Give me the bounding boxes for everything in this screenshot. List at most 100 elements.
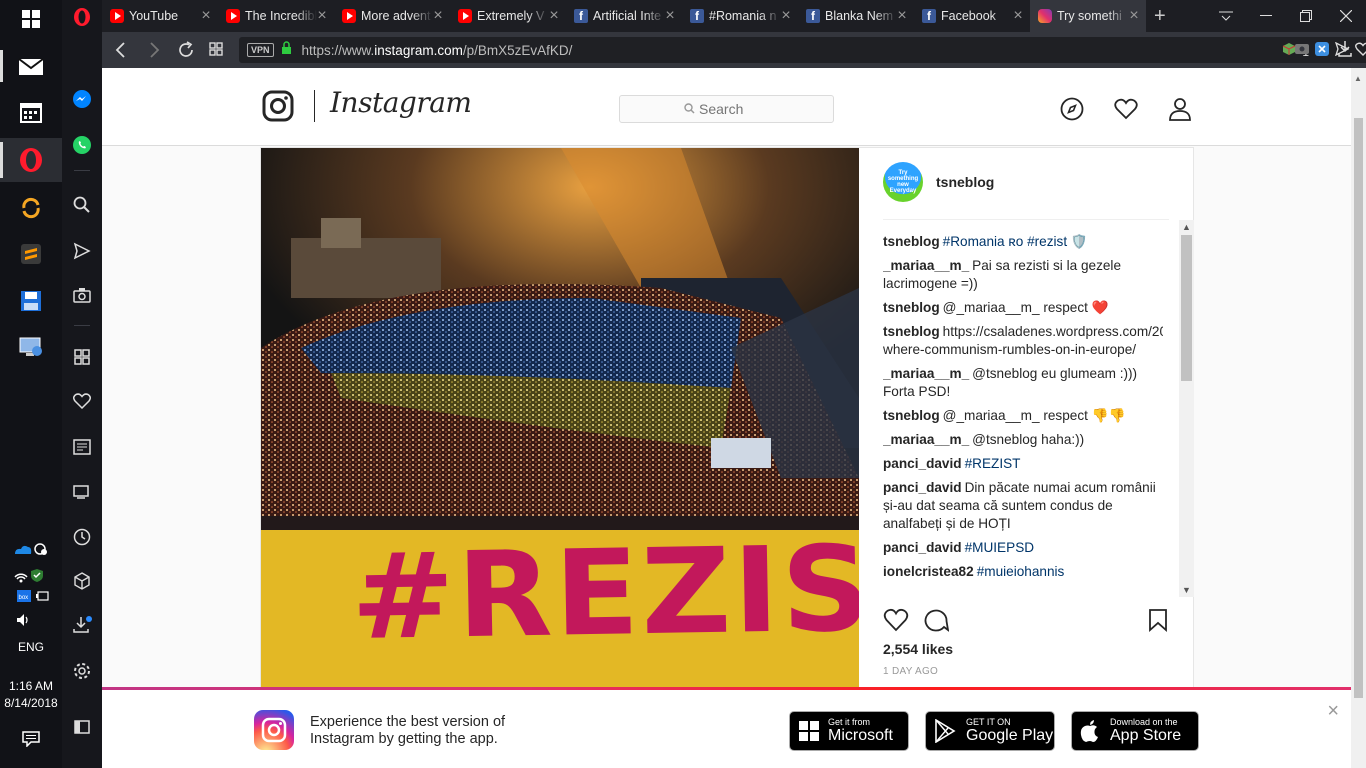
comment-username[interactable]: _mariaa__m_ — [883, 258, 969, 273]
opera-taskbar-icon[interactable] — [0, 138, 62, 182]
close-tab-icon[interactable]: × — [1010, 8, 1026, 24]
comment-text[interactable]: #Romania ʀᴏ #rezist 🛡️ — [943, 234, 1088, 249]
download-icon[interactable] — [1337, 40, 1353, 63]
snapshot-camera-icon[interactable] — [62, 280, 102, 310]
search-sidebar-icon[interactable] — [62, 190, 102, 220]
page-scrollbar[interactable]: ▲ — [1351, 68, 1366, 768]
messenger-icon[interactable] — [62, 84, 102, 114]
downloads-icon[interactable] — [62, 610, 102, 640]
author-username[interactable]: tsneblog — [936, 174, 994, 190]
comment-bubble-icon[interactable] — [923, 608, 950, 637]
network-tray-icon[interactable] — [0, 564, 62, 586]
comment-username[interactable]: panci_david — [883, 480, 962, 495]
tab-facebook[interactable]: f Facebook × — [914, 0, 1030, 32]
speed-dial-icon[interactable] — [62, 342, 102, 372]
action-center-icon[interactable] — [0, 726, 62, 752]
comment-username[interactable]: panci_david — [883, 456, 962, 471]
save-bookmark-icon[interactable] — [1148, 608, 1168, 637]
lock-icon[interactable] — [281, 40, 292, 60]
sublime-text-icon[interactable] — [0, 236, 62, 272]
scrollbar-thumb[interactable] — [1181, 235, 1192, 381]
whatsapp-icon[interactable] — [62, 130, 102, 160]
settings-gear-icon[interactable] — [62, 656, 102, 686]
remote-desktop-icon[interactable] — [0, 328, 62, 366]
tab-extremely[interactable]: Extremely V × — [450, 0, 566, 32]
tab-instagram-active[interactable]: Try somethi × — [1030, 0, 1146, 32]
comment-username[interactable]: _mariaa__m_ — [883, 432, 969, 447]
instagram-camera-logo-icon[interactable] — [262, 90, 294, 127]
comment-username[interactable]: panci_david — [883, 540, 962, 555]
address-bar[interactable]: VPN https://www.instagram.com/p/BmX5zEvA… — [239, 37, 1366, 63]
close-tab-icon[interactable]: × — [778, 8, 794, 24]
minimize-icon[interactable] — [1246, 0, 1286, 32]
close-tab-icon[interactable]: × — [662, 8, 678, 24]
post-photo[interactable]: #REZIST — [261, 148, 859, 768]
forward-icon[interactable] — [146, 41, 162, 64]
close-tab-icon[interactable]: × — [546, 8, 562, 24]
likes-count[interactable]: 2,554 likes — [883, 641, 953, 657]
profile-user-icon[interactable] — [1169, 97, 1191, 126]
search-input[interactable] — [699, 101, 769, 117]
news-icon[interactable] — [62, 432, 102, 462]
close-tab-icon[interactable]: × — [314, 8, 330, 24]
tab-the-incredible[interactable]: The Incredibl × — [218, 0, 334, 32]
url-text[interactable]: https://www.instagram.com/p/BmX5zEvAfKD/ — [302, 43, 573, 58]
page-scrollbar-thumb[interactable] — [1354, 118, 1363, 698]
post-author[interactable]: Try something new Everyday tsneblog — [883, 162, 994, 202]
scroll-down-arrow-icon[interactable]: ▼ — [1179, 583, 1194, 597]
comment-username[interactable]: ionelcristea82 — [883, 564, 974, 579]
windows-start-icon[interactable] — [0, 0, 62, 38]
mail-app-icon[interactable] — [0, 46, 62, 86]
vpn-badge[interactable]: VPN — [247, 43, 274, 57]
tab-artificial-intelligence[interactable]: f Artificial Inte × — [566, 0, 682, 32]
close-tab-icon[interactable]: × — [430, 8, 446, 24]
avatar[interactable]: Try something new Everyday — [883, 162, 923, 202]
sidebar-toggle-icon[interactable] — [62, 712, 102, 742]
comment-text[interactable]: #REZIST — [965, 456, 1021, 471]
app-store-button[interactable]: Download on the App Store — [1071, 711, 1199, 751]
explore-compass-icon[interactable] — [1060, 97, 1084, 126]
language-indicator[interactable]: ENG — [0, 640, 62, 654]
instagram-wordmark[interactable]: Instagram — [330, 86, 472, 119]
tab-menu-icon[interactable] — [1206, 0, 1246, 32]
google-play-button[interactable]: GET IT ON Google Play — [925, 711, 1055, 751]
adblock-shield-icon[interactable] — [1315, 42, 1329, 61]
scroll-up-arrow-icon[interactable]: ▲ — [1354, 74, 1362, 83]
close-tab-icon[interactable]: × — [1126, 8, 1142, 24]
close-tab-icon[interactable]: × — [894, 8, 910, 24]
bookmark-heart-icon[interactable] — [1355, 42, 1366, 61]
opera-menu-icon[interactable] — [62, 2, 102, 32]
tabs-sync-icon[interactable] — [62, 476, 102, 506]
sync-app-icon[interactable] — [0, 190, 62, 226]
history-clock-icon[interactable] — [62, 522, 102, 552]
tab-romania[interactable]: f #Romania n × — [682, 0, 798, 32]
comments-list[interactable]: tsneblog #Romania ʀᴏ #rezist 🛡️ _mariaa__… — [883, 233, 1163, 595]
comment-username[interactable]: tsneblog — [883, 300, 940, 315]
clock[interactable]: 1:16 AM 8/14/2018 — [0, 678, 62, 712]
like-heart-icon[interactable] — [883, 608, 909, 637]
comment-text[interactable]: #MUIEPSD — [965, 540, 1035, 555]
tab-more-adventures[interactable]: More advent × — [334, 0, 450, 32]
extensions-cube-icon[interactable] — [62, 566, 102, 596]
snapshot-icon[interactable] — [1294, 42, 1310, 61]
close-tab-icon[interactable]: × — [198, 8, 214, 24]
reload-icon[interactable] — [177, 41, 195, 64]
onedrive-tray-icon[interactable] — [0, 538, 62, 560]
comment-username[interactable]: tsneblog — [883, 234, 940, 249]
bookmarks-heart-icon[interactable] — [62, 386, 102, 416]
restore-icon[interactable] — [1286, 0, 1326, 32]
comment-username[interactable]: tsneblog — [883, 408, 940, 423]
comment-username[interactable]: _mariaa__m_ — [883, 366, 969, 381]
comment-username[interactable]: tsneblog — [883, 324, 940, 339]
close-banner-icon[interactable]: × — [1327, 700, 1339, 723]
scroll-up-arrow-icon[interactable]: ▲ — [1179, 220, 1194, 234]
send-flow-icon[interactable] — [62, 236, 102, 266]
box-sync-tray-icon[interactable]: box — [0, 586, 62, 606]
tab-youtube[interactable]: YouTube × — [102, 0, 218, 32]
speed-dial-grid-icon[interactable] — [209, 42, 223, 61]
calendar-app-icon[interactable] — [0, 92, 62, 132]
comment-text[interactable]: #muieiohannis — [977, 564, 1065, 579]
comments-scrollbar[interactable]: ▲ ▼ — [1179, 220, 1194, 597]
volume-tray-icon[interactable] — [0, 610, 62, 630]
search-box[interactable] — [619, 95, 834, 123]
